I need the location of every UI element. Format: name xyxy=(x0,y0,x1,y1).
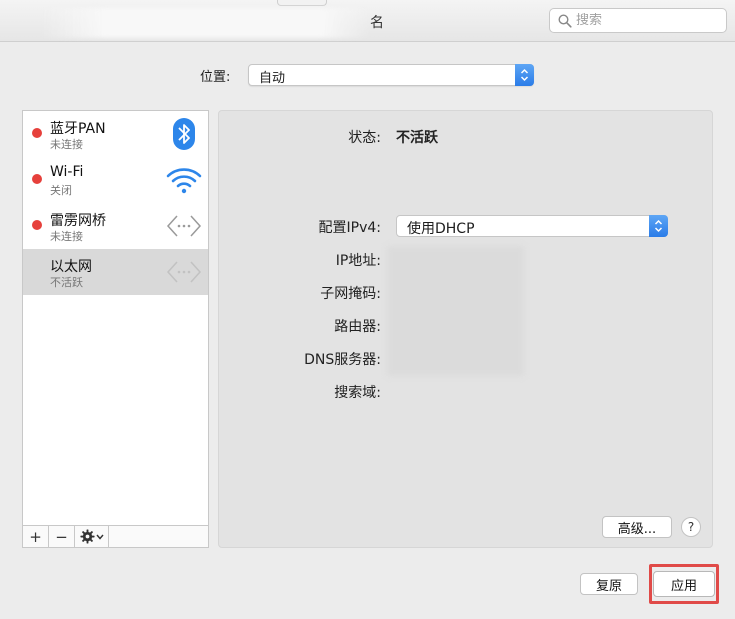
service-item-thunderbolt-bridge[interactable]: 雷雳网桥 未连接 xyxy=(23,203,208,249)
service-item-ethernet[interactable]: 以太网 不活跃 xyxy=(23,249,208,295)
location-label: 位置: xyxy=(200,70,231,85)
service-list: 蓝牙PAN 未连接 Wi-Fi 关闭 雷雳网桥 未连接 以太网 不活跃 + − xyxy=(22,110,209,548)
location-stepper[interactable] xyxy=(515,64,534,86)
service-status: 未连接 xyxy=(50,230,83,243)
search-input[interactable] xyxy=(576,13,716,28)
service-name: 雷雳网桥 xyxy=(50,213,106,229)
service-item-wifi[interactable]: Wi-Fi 关闭 xyxy=(23,157,208,203)
router-label: 路由器: xyxy=(334,319,381,335)
config-ipv4-select[interactable]: 使用DHCP xyxy=(396,215,668,237)
advanced-button[interactable]: 高级... xyxy=(602,516,672,538)
ethernet-arrows-icon xyxy=(166,254,202,290)
service-name: 以太网 xyxy=(50,259,92,275)
add-service-button[interactable]: + xyxy=(23,526,49,547)
title-tab xyxy=(277,0,327,6)
status-dot xyxy=(32,220,42,230)
status-dot xyxy=(32,174,42,184)
wifi-icon xyxy=(166,162,202,198)
action-menu-button[interactable] xyxy=(75,526,109,547)
service-name: 蓝牙PAN xyxy=(50,121,106,137)
revert-button[interactable]: 复原 xyxy=(580,573,638,595)
up-down-chevron-icon xyxy=(654,219,663,233)
gear-icon xyxy=(79,529,95,544)
service-status: 关闭 xyxy=(50,184,72,197)
ethernet-arrows-icon xyxy=(166,208,202,244)
bluetooth-icon xyxy=(166,116,202,152)
window-title: 名 xyxy=(370,15,384,31)
dns-servers-label: DNS服务器: xyxy=(304,352,381,368)
service-name: Wi-Fi xyxy=(50,164,84,180)
search-field[interactable] xyxy=(549,8,727,33)
search-domains-label: 搜索域: xyxy=(334,385,381,401)
location-select[interactable]: 自动 xyxy=(248,64,534,86)
config-ipv4-value: 使用DHCP xyxy=(407,221,475,237)
service-status: 不活跃 xyxy=(50,276,83,289)
title-bar: 名 xyxy=(0,0,735,42)
detail-panel: 状态: 不活跃 配置IPv4: 使用DHCP IP地址: 子网掩码: 路由器: … xyxy=(218,110,713,548)
search-icon xyxy=(558,13,572,28)
help-button[interactable]: ? xyxy=(681,517,701,537)
service-list-toolbar: + − xyxy=(23,525,208,547)
config-ipv4-stepper[interactable] xyxy=(649,215,668,237)
redacted-values xyxy=(387,246,524,376)
title-blur xyxy=(40,8,370,38)
status-label: 状态: xyxy=(348,130,381,146)
subnet-mask-label: 子网掩码: xyxy=(320,286,381,302)
apply-button[interactable]: 应用 xyxy=(653,571,715,597)
service-status: 未连接 xyxy=(50,138,83,151)
chevron-down-icon xyxy=(95,534,104,540)
config-ipv4-label: 配置IPv4: xyxy=(318,220,381,236)
status-value: 不活跃 xyxy=(396,130,438,146)
status-dot xyxy=(32,128,42,138)
remove-service-button[interactable]: − xyxy=(49,526,75,547)
location-value: 自动 xyxy=(259,71,286,86)
up-down-chevron-icon xyxy=(520,68,529,82)
ip-address-label: IP地址: xyxy=(335,253,381,269)
service-item-bluetooth-pan[interactable]: 蓝牙PAN 未连接 xyxy=(23,111,208,157)
